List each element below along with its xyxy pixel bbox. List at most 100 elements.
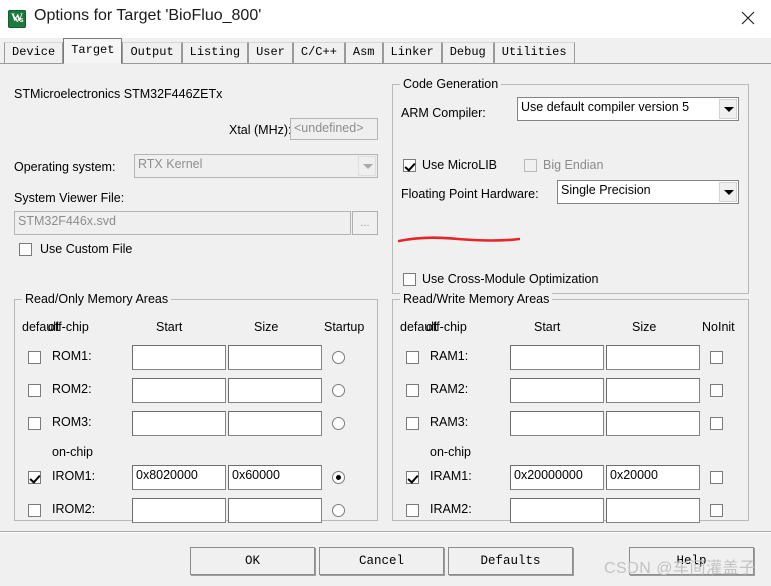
rw-host-header-off-chip: off-chip — [426, 320, 467, 334]
tab-output[interactable]: Output — [122, 42, 182, 64]
ro-host-startup-radio-1[interactable] — [332, 384, 345, 397]
ro-host-start-input-2[interactable] — [132, 411, 226, 436]
use-microlib-label: Use MicroLIB — [422, 158, 498, 172]
ro-host-size-input-2[interactable] — [228, 411, 322, 436]
big-endian-checkbox[interactable] — [524, 159, 537, 172]
rw-host-default-checkbox-0[interactable] — [406, 351, 419, 364]
use-custom-file-checkbox[interactable] — [19, 243, 32, 256]
rw-host-start-input-0[interactable] — [510, 345, 604, 370]
ro-host-size-input-0[interactable] — [228, 345, 322, 370]
use-microlib-checkbox[interactable] — [403, 159, 416, 172]
tab-asm[interactable]: Asm — [344, 42, 383, 64]
browse-svd-button[interactable]: ... — [352, 211, 378, 235]
ro-host-size-input-1[interactable] — [228, 378, 322, 403]
ro-host-default-checkbox-2[interactable] — [28, 417, 41, 430]
rw-host-noinit-checkbox-0[interactable] — [710, 351, 723, 364]
ok-button[interactable]: OK — [190, 547, 315, 575]
operating-system-label: Operating system: — [14, 160, 116, 174]
ro-host-row-label-2: ROM3: — [52, 415, 92, 429]
operating-system-select[interactable]: RTX Kernel — [134, 154, 378, 178]
rw-host-start-input-2[interactable] — [510, 411, 604, 436]
rw-host-size-input-0[interactable] — [606, 345, 700, 370]
window-title: Options for Target 'BioFluo_800' — [34, 7, 262, 24]
rw-host-size-input-1[interactable] — [606, 378, 700, 403]
ro-host-start-input-0[interactable] — [132, 345, 226, 370]
ro-host-size-input-3[interactable]: 0x60000 — [228, 465, 322, 490]
cross-module-optimization-checkbox[interactable] — [403, 273, 416, 286]
keil-uvision-icon — [8, 10, 26, 28]
xtal-label: Xtal (MHz): — [229, 123, 292, 137]
ro-host-row-label-0: ROM1: — [52, 349, 92, 363]
rw-host-start-input-4[interactable] — [510, 498, 604, 523]
floating-point-hardware-value: Single Precision — [561, 183, 651, 197]
big-endian-label: Big Endian — [543, 158, 604, 172]
chevron-down-icon — [358, 156, 376, 176]
tab-debug[interactable]: Debug — [441, 42, 494, 64]
rw-host-noinit-checkbox-2[interactable] — [710, 417, 723, 430]
rw-host-row-label-0: RAM1: — [430, 349, 469, 363]
ro-host-start-input-3[interactable]: 0x8020000 — [132, 465, 226, 490]
rw-host-default-checkbox-2[interactable] — [406, 417, 419, 430]
rw-host-size-input-4[interactable] — [606, 498, 700, 523]
title-bar: Options for Target 'BioFluo_800' — [0, 0, 771, 38]
tab-utilities[interactable]: Utilities — [493, 42, 575, 64]
ro-host-default-checkbox-1[interactable] — [28, 384, 41, 397]
code-generation-title: Code Generation — [400, 77, 502, 91]
cross-module-optimization-label: Use Cross-Module Optimization — [422, 272, 599, 286]
use-custom-file-label: Use Custom File — [40, 242, 133, 256]
rw-host-default-checkbox-4[interactable] — [406, 504, 419, 517]
rw-host-noinit-checkbox-4[interactable] — [710, 504, 723, 517]
rw-host-onchip-label: on-chip — [430, 445, 471, 459]
tab-linker[interactable]: Linker — [382, 42, 442, 64]
ro-host-header-off-chip: off-chip — [48, 320, 89, 334]
ro-host-row-label-1: ROM2: — [52, 382, 92, 396]
ro-host-default-checkbox-4[interactable] — [28, 504, 41, 517]
readonly-memory-title: Read/Only Memory Areas — [22, 292, 172, 306]
ro-host-default-checkbox-3[interactable] — [28, 471, 41, 484]
tab-user[interactable]: User — [248, 42, 293, 64]
tab-listing[interactable]: Listing — [181, 42, 249, 64]
ro-host-startup-radio-0[interactable] — [332, 351, 345, 364]
close-icon[interactable] — [725, 0, 771, 34]
readwrite-memory-title: Read/Write Memory Areas — [400, 292, 553, 306]
rw-host-default-checkbox-3[interactable] — [406, 471, 419, 484]
ro-host-size-input-4[interactable] — [228, 498, 322, 523]
tab-c-c[interactable]: C/C++ — [292, 42, 345, 64]
ro-host-start-input-1[interactable] — [132, 378, 226, 403]
ro-host-row-label-4: IROM2: — [52, 502, 96, 516]
cancel-button[interactable]: Cancel — [319, 547, 444, 575]
ro-host-startup-radio-3[interactable] — [332, 471, 345, 484]
rw-host-noinit-checkbox-1[interactable] — [710, 384, 723, 397]
rw-host-size-input-2[interactable] — [606, 411, 700, 436]
rw-host-header-noinit: NoInit — [702, 320, 735, 334]
tab-device[interactable]: Device — [4, 42, 64, 64]
tab-list: Device Target Output Listing User C/C++ Asm Lin… — [4, 38, 575, 64]
ro-host-start-input-4[interactable] — [132, 498, 226, 523]
system-viewer-file-input[interactable]: STM32F446x.svd — [14, 211, 351, 235]
rw-host-default-checkbox-1[interactable] — [406, 384, 419, 397]
rw-host-row-label-2: RAM3: — [430, 415, 469, 429]
rw-host-start-input-1[interactable] — [510, 378, 604, 403]
ro-host-header-size: Size — [254, 320, 279, 334]
chevron-down-icon — [719, 182, 737, 202]
xtal-input[interactable]: <undefined> — [290, 118, 378, 140]
rw-host-row-label-4: IRAM2: — [430, 502, 472, 516]
tab-target[interactable]: Target — [63, 38, 123, 64]
ro-host-default-checkbox-0[interactable] — [28, 351, 41, 364]
chevron-down-icon — [719, 99, 737, 119]
defaults-button[interactable]: Defaults — [448, 547, 573, 575]
rw-host-start-input-3[interactable]: 0x20000000 — [510, 465, 604, 490]
arm-compiler-select[interactable]: Use default compiler version 5 — [517, 97, 739, 121]
ro-host-startup-radio-4[interactable] — [332, 504, 345, 517]
operating-system-value: RTX Kernel — [138, 157, 203, 171]
rw-host-size-input-3[interactable]: 0x20000 — [606, 465, 700, 490]
rw-host-noinit-checkbox-3[interactable] — [710, 471, 723, 484]
ro-host-startup-radio-2[interactable] — [332, 417, 345, 430]
floating-point-hardware-label: Floating Point Hardware: — [401, 187, 539, 201]
ro-host-onchip-label: on-chip — [52, 445, 93, 459]
floating-point-hardware-select[interactable]: Single Precision — [557, 180, 739, 204]
rw-host-header-size: Size — [632, 320, 657, 334]
rw-host-row-label-3: IRAM1: — [430, 469, 472, 483]
ro-host-row-label-3: IROM1: — [52, 469, 96, 483]
device-name: STMicroelectronics STM32F446ZETx — [14, 87, 223, 101]
